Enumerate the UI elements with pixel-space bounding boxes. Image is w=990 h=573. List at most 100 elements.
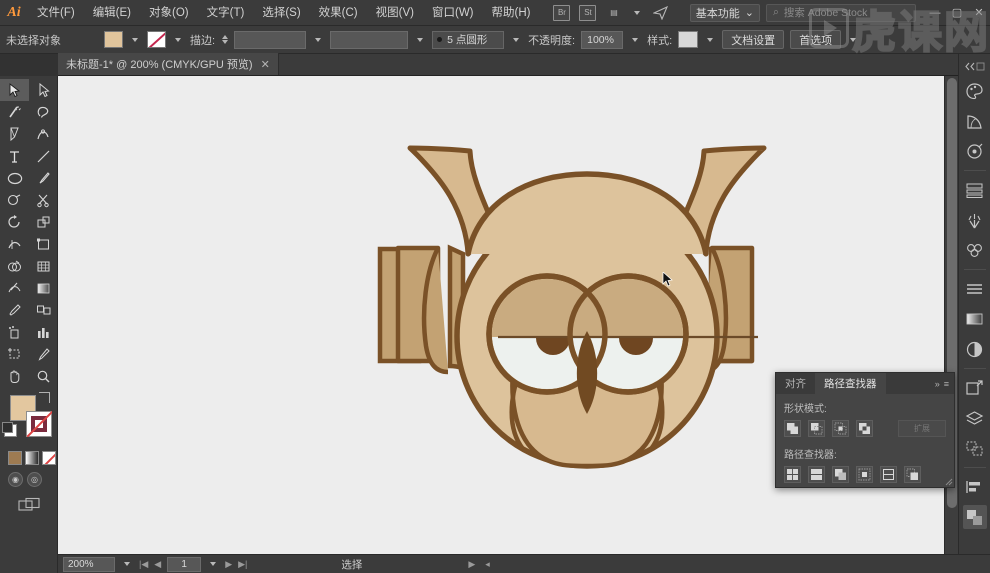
scale-tool[interactable] [29,211,58,233]
minus-back-button[interactable] [904,466,921,483]
controlbar-overflow-chevron-icon[interactable] [850,37,857,42]
divide-button[interactable] [784,466,801,483]
dock-pathfinder[interactable] [962,505,987,529]
menu-window[interactable]: 窗口(W) [423,0,483,26]
next-page-icon[interactable]: ▶ [225,559,232,570]
dock-color-guide[interactable] [963,109,987,133]
merge-button[interactable] [832,466,849,483]
color-mode-button[interactable] [8,451,22,465]
menu-select[interactable]: 选择(S) [253,0,309,26]
fill-color-swatch[interactable] [104,31,123,48]
dock-align[interactable] [963,475,987,499]
outline-button[interactable] [880,466,897,483]
panel-menu-icon[interactable]: ≡ [944,379,949,389]
preferences-button[interactable]: 首选项 [790,30,842,49]
menu-type[interactable]: 文字(T) [198,0,254,26]
gradient-tool[interactable] [29,277,58,299]
line-segment-tool[interactable] [29,145,58,167]
column-graph-tool[interactable] [29,321,58,343]
width-tool[interactable] [0,233,29,255]
menu-file[interactable]: 文件(F) [28,0,84,26]
page-chevron-down-icon[interactable] [210,562,217,566]
stock-icon[interactable]: St [579,4,597,21]
symbol-sprayer-tool[interactable] [0,321,29,343]
lasso-tool[interactable] [29,101,58,123]
dock-swatches[interactable] [963,139,987,163]
dock-symbols[interactable] [963,208,987,232]
zoom-tool[interactable] [29,365,58,387]
curvature-tool[interactable] [29,123,58,145]
dock-transparency[interactable] [963,337,987,361]
panel-tab-align[interactable]: 对齐 [776,373,815,394]
stroke-weight-stepper[interactable] [222,35,229,44]
draw-behind-button[interactable]: ◎ [27,472,42,487]
paintbrush-tool[interactable] [29,167,58,189]
stock-search-field[interactable]: ⌕ 搜索 Adobe Stock [766,3,916,22]
document-tab[interactable]: 未标题-1* @ 200% (CMYK/GPU 预览) ✕ [58,53,279,75]
panel-resize-grip[interactable] [944,477,953,486]
arrange-documents-icon[interactable]: ▤ [605,5,622,21]
maximize-button[interactable]: ▢ [950,6,964,19]
scissors-tool[interactable] [29,189,58,211]
prev-page-icon[interactable]: ◀ [154,559,161,570]
draw-normal-button[interactable]: ◉ [8,472,23,487]
stroke-profile-field[interactable] [330,30,409,49]
default-fill-stroke-icon[interactable] [2,422,17,437]
artboard-tool[interactable] [0,343,29,365]
pathfinder-panel[interactable]: 对齐 路径查找器 » ≡ 形状模式: 扩展 路径查找器: [775,372,955,488]
minimize-button[interactable]: — [928,7,942,19]
trim-button[interactable] [808,466,825,483]
style-chevron-down-icon[interactable] [707,37,714,42]
menu-edit[interactable]: 编辑(E) [84,0,140,26]
ellipse-tool[interactable] [0,167,29,189]
collapse-panel-icon[interactable]: » [935,379,940,389]
blend-tool[interactable] [29,299,58,321]
send-icon[interactable] [652,5,669,21]
document-setup-button[interactable]: 文档设置 [722,30,785,49]
mesh-tool[interactable] [0,277,29,299]
gradient-mode-button[interactable] [25,451,39,465]
stroke-weight-field[interactable] [234,30,307,49]
zoom-chevron-down-icon[interactable] [124,562,130,566]
dock-color[interactable] [963,79,987,103]
eyedropper-tool[interactable] [0,299,29,321]
shaper-tool[interactable] [0,189,29,211]
status-menu-icon[interactable]: ▶ [468,559,475,570]
expand-button[interactable]: 扩展 [898,420,946,437]
menu-help[interactable]: 帮助(H) [483,0,540,26]
dock-layers[interactable] [963,406,987,430]
intersect-button[interactable] [832,420,849,437]
page-number-field[interactable]: 1 [167,556,202,572]
brush-chevron-down-icon[interactable] [513,37,520,42]
close-button[interactable]: ✕ [972,6,986,19]
menu-object[interactable]: 对象(O) [140,0,198,26]
screen-mode-button[interactable] [0,487,57,516]
magic-wand-tool[interactable] [0,101,29,123]
stroke-weight-chevron-down-icon[interactable] [315,37,322,42]
last-page-icon[interactable]: ▶| [238,559,247,570]
type-tool[interactable] [0,145,29,167]
first-page-icon[interactable]: |◀ [139,559,148,570]
hand-tool[interactable] [0,365,29,387]
panel-tab-pathfinder[interactable]: 路径查找器 [815,373,886,394]
brush-definition-combo[interactable]: 5 点圆形 [432,30,505,49]
dock-brushes[interactable] [963,178,987,202]
exclude-button[interactable] [856,420,873,437]
none-mode-button[interactable] [42,451,56,465]
dock-artboards[interactable] [963,436,987,460]
shape-builder-tool[interactable] [0,255,29,277]
graphic-style-swatch[interactable] [678,31,699,48]
free-transform-tool[interactable] [29,233,58,255]
direct-selection-tool[interactable] [29,79,58,101]
zoom-level-field[interactable]: 200% [63,556,115,572]
minus-front-button[interactable] [808,420,825,437]
stroke-color-swatch[interactable] [147,31,166,48]
slice-tool[interactable] [29,343,58,365]
perspective-grid-tool[interactable] [29,255,58,277]
dock-gradient[interactable] [963,307,987,331]
document-tab-close-icon[interactable]: ✕ [261,58,270,71]
pen-tool[interactable] [0,123,29,145]
dock-stroke[interactable] [963,277,987,301]
dock-graphic-styles[interactable] [963,238,987,262]
bridge-icon[interactable]: Br [553,4,571,21]
